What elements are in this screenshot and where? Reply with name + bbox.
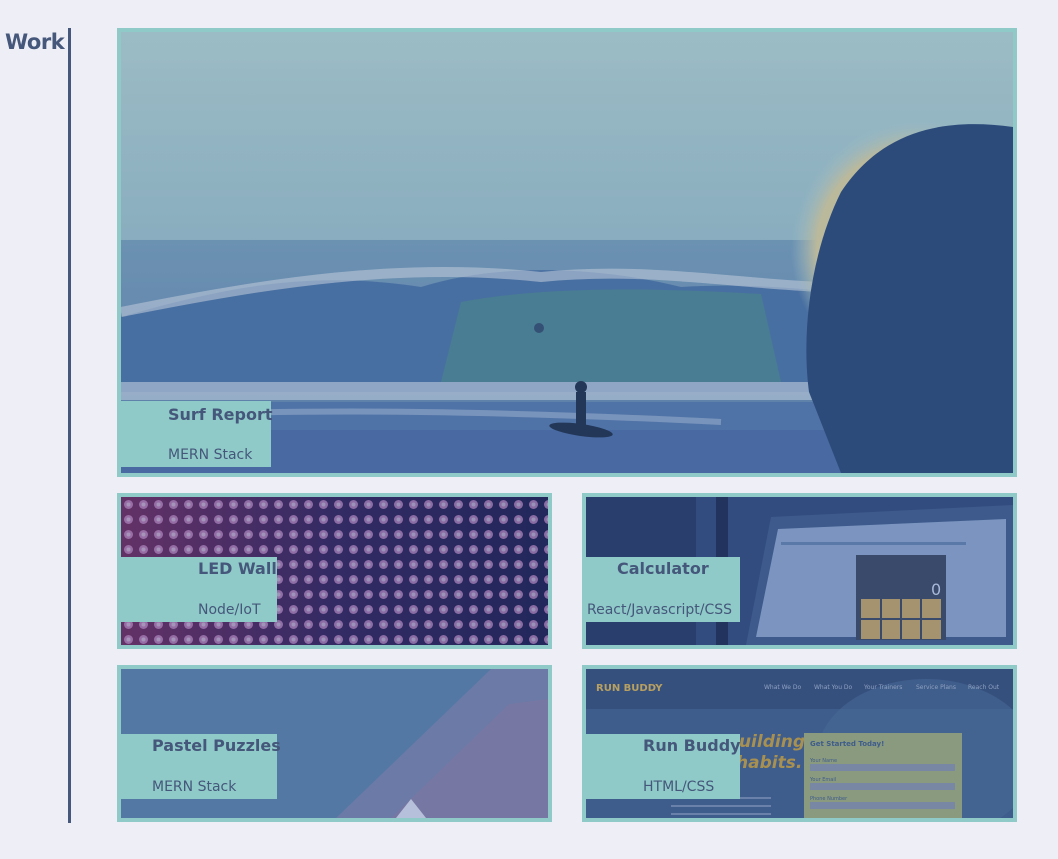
project-title: Pastel Puzzles — [152, 736, 281, 755]
project-stack: React/Javascript/CSS — [587, 602, 733, 618]
project-card-pastel-puzzles[interactable]: Pastel Puzzles MERN Stack — [117, 665, 552, 822]
run-buddy-nav-item: Reach Out — [968, 684, 1000, 691]
project-label: Run Buddy HTML/CSS — [586, 734, 741, 799]
project-label: Calculator React/Javascript/CSS — [586, 557, 740, 622]
project-title: Run Buddy — [643, 736, 741, 755]
calculator-display: 0 — [931, 580, 941, 599]
run-buddy-form-label: Phone Number — [810, 796, 848, 802]
run-buddy-logo: RUN BUDDY — [596, 683, 663, 694]
project-stack: MERN Stack — [168, 447, 253, 463]
section-title: Work — [5, 30, 65, 54]
project-title: LED Wall — [198, 559, 277, 578]
project-stack: MERN Stack — [152, 779, 237, 795]
project-stack: HTML/CSS — [643, 779, 715, 795]
project-label: LED Wall Node/IoT — [121, 557, 277, 622]
project-label: Surf Report MERN Stack — [121, 401, 273, 467]
run-buddy-nav-item: What You Do — [814, 684, 853, 691]
project-title: Surf Report — [168, 405, 273, 424]
section-divider — [68, 28, 71, 823]
project-label: Pastel Puzzles MERN Stack — [121, 734, 281, 799]
run-buddy-form-label: Your Email — [809, 777, 836, 783]
run-buddy-form-title: Get Started Today! — [810, 740, 884, 748]
run-buddy-nav-item: Your Trainers — [863, 684, 902, 691]
project-card-led-wall[interactable]: LED Wall Node/IoT — [117, 493, 552, 649]
project-stack: Node/IoT — [198, 602, 261, 618]
project-card-surf-report[interactable]: Surf Report MERN Stack — [117, 28, 1017, 477]
run-buddy-nav-item: What We Do — [764, 684, 801, 691]
run-buddy-hero-line: habits. — [736, 753, 802, 773]
project-card-run-buddy[interactable]: RUN BUDDY What We Do What You Do Your Tr… — [582, 665, 1017, 822]
run-buddy-form-label: Your Name — [809, 758, 837, 764]
run-buddy-nav-item: Service Plans — [916, 684, 956, 691]
project-title: Calculator — [617, 559, 709, 578]
project-card-calculator[interactable]: 0 Calculator React/Javascript/CSS — [582, 493, 1017, 649]
